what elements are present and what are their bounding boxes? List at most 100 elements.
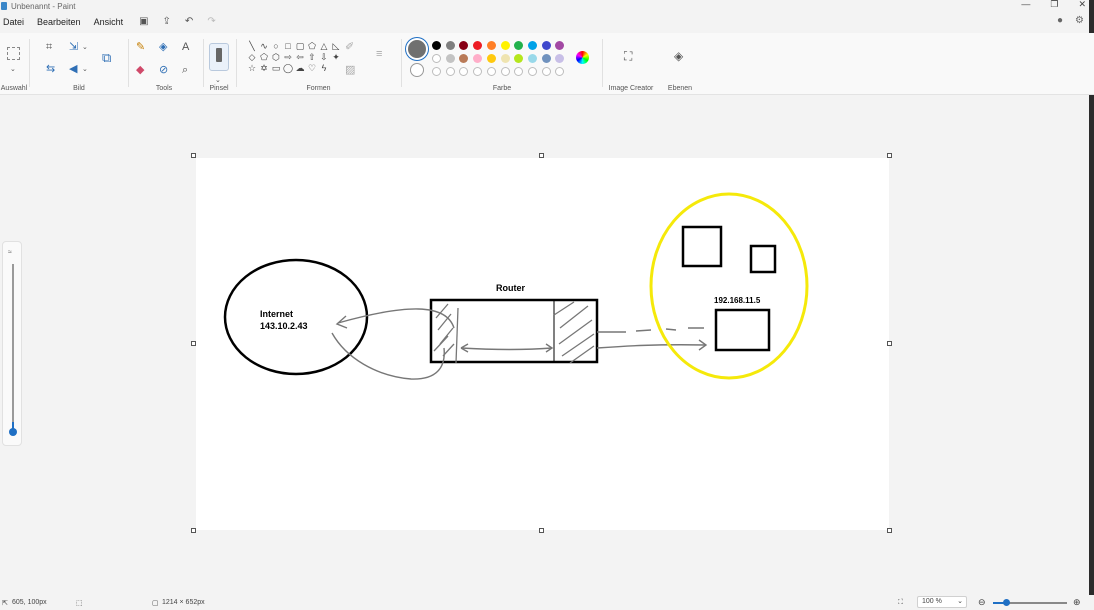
arrow-left-shape-icon[interactable]: ⇦ [294, 52, 306, 63]
pencil-icon[interactable]: ✎ [136, 42, 145, 53]
custom-color-slot[interactable] [445, 67, 455, 76]
oval-shape-icon[interactable]: ○ [270, 41, 282, 52]
rectangle-shape-icon[interactable]: □ [282, 41, 294, 52]
background-remove-icon[interactable]: ⧉ [102, 51, 111, 64]
image-creator-icon[interactable]: ⛶ [624, 50, 632, 62]
curve-shape-icon[interactable]: ∿ [258, 41, 270, 52]
custom-color-slot[interactable] [432, 67, 441, 76]
shapes-gallery: ╲ ∿ ○ □ ▢ ⬠ △ ◺ ◇ ⬠ ⬡ ⇨ ⇦ ⇧ ⇩ ✦ ☆ ✡ ▭ ◯ … [246, 41, 342, 74]
drawing-canvas[interactable]: Internet 143.10.2.43 Router 192.168.11.5 [196, 158, 889, 530]
rotate-icon[interactable]: ◀ [69, 64, 77, 75]
resize-handle-top-left[interactable] [191, 153, 196, 158]
magnifier-icon[interactable]: ⌕ [182, 65, 188, 76]
chevron-down-icon: ⌄ [957, 598, 963, 605]
slider-thumb[interactable] [9, 428, 17, 436]
diamond-shape-icon[interactable]: ◇ [246, 52, 258, 63]
menu-edit[interactable]: Bearbeiten [37, 17, 81, 27]
undo-icon[interactable]: ↶ [185, 16, 193, 27]
cursor-icon: ⇱ [2, 600, 8, 607]
color-swatch[interactable] [445, 41, 455, 50]
selection-rect-icon[interactable] [7, 47, 20, 60]
arrow-down-shape-icon[interactable]: ⇩ [318, 52, 330, 63]
redo-icon[interactable]: ↷ [207, 16, 215, 27]
resize-handle-left[interactable] [191, 341, 196, 346]
color-swatch[interactable] [527, 54, 537, 63]
color-swatch[interactable] [432, 41, 441, 50]
crop-icon[interactable]: ⌗ [46, 42, 52, 53]
restore-icon[interactable]: ❐ [1050, 0, 1058, 9]
router-hatching-left [433, 301, 595, 364]
zoom-dropdown[interactable]: 100 % ⌄ [917, 596, 967, 608]
vertical-zoom-slider[interactable]: ≈ [2, 241, 22, 446]
callout-oval-shape-icon[interactable]: ◯ [282, 63, 294, 74]
chevron-down-icon[interactable]: ⌄ [82, 42, 88, 53]
resize-handle-right[interactable] [887, 341, 892, 346]
arrow-right-shape-icon[interactable]: ⇨ [282, 52, 294, 63]
custom-color-slot[interactable] [541, 67, 551, 76]
chevron-down-icon[interactable]: ⌄ [82, 64, 88, 75]
resize-handle-top[interactable] [539, 153, 544, 158]
edit-colors-icon[interactable] [576, 51, 589, 64]
pentagon-shape-icon[interactable]: ⬠ [258, 52, 270, 63]
chevron-down-icon[interactable]: ⌄ [10, 64, 16, 75]
color-picker-icon[interactable]: ⊘ [159, 65, 168, 76]
color-swatch[interactable] [486, 54, 496, 63]
star5-shape-icon[interactable]: ☆ [246, 63, 258, 74]
color-swatch[interactable] [500, 54, 510, 63]
primary-color-swatch[interactable] [408, 40, 426, 58]
shape-fill-icon[interactable]: ▨ [345, 65, 355, 76]
color-swatch[interactable] [527, 41, 537, 50]
image-flip-icon[interactable]: ⇆ [46, 64, 55, 75]
callout-cloud-shape-icon[interactable]: ☁ [294, 63, 306, 74]
minimize-icon[interactable]: — [1021, 0, 1030, 9]
color-swatch[interactable] [541, 41, 551, 50]
resize-handle-bottom-left[interactable] [191, 528, 196, 533]
rounded-rectangle-shape-icon[interactable]: ▢ [294, 41, 306, 52]
zoom-slider[interactable] [993, 599, 1067, 606]
star6-shape-icon[interactable]: ✡ [258, 63, 270, 74]
menu-view[interactable]: Ansicht [94, 17, 124, 27]
text-icon[interactable]: A [182, 42, 189, 53]
outline-icon[interactable]: ✐ [345, 42, 354, 53]
right-triangle-shape-icon[interactable]: ◺ [330, 41, 342, 52]
arrow-up-shape-icon[interactable]: ⇧ [306, 52, 318, 63]
share-icon[interactable]: ⇪ [163, 16, 171, 27]
star4-shape-icon[interactable]: ✦ [330, 52, 342, 63]
brush-button[interactable] [209, 43, 229, 71]
color-swatch[interactable] [541, 54, 551, 63]
zoom-slider-thumb[interactable] [1003, 599, 1010, 606]
custom-color-slot[interactable] [500, 67, 510, 76]
heart-shape-icon[interactable]: ♡ [306, 63, 318, 74]
custom-color-slot[interactable] [486, 67, 496, 76]
zoom-in-icon[interactable]: ⊕ [1073, 597, 1081, 608]
secondary-color-swatch[interactable] [410, 63, 424, 77]
zoom-out-icon[interactable]: ⊖ [978, 597, 986, 608]
polygon-shape-icon[interactable]: ⬠ [306, 41, 318, 52]
layers-icon[interactable]: ◈ [674, 50, 683, 62]
line-shape-icon[interactable]: ╲ [246, 41, 258, 52]
size-icon[interactable]: ≡ [376, 49, 382, 60]
triangle-shape-icon[interactable]: △ [318, 41, 330, 52]
resize-handle-bottom[interactable] [539, 528, 544, 533]
lightning-shape-icon[interactable]: ϟ [318, 63, 330, 74]
settings-icon[interactable]: ⚙ [1075, 15, 1084, 26]
save-icon[interactable]: ▣ [139, 16, 148, 27]
close-icon[interactable]: ✕ [1078, 0, 1086, 9]
eraser-icon[interactable]: ◆ [136, 65, 144, 76]
color-swatch[interactable] [432, 54, 441, 63]
fill-icon[interactable]: ◈ [159, 42, 167, 53]
callout-rect-shape-icon[interactable]: ▭ [270, 63, 282, 74]
hexagon-shape-icon[interactable]: ⬡ [270, 52, 282, 63]
fit-to-window-icon[interactable]: ⛶ [898, 599, 903, 607]
resize-icon[interactable]: ⇲ [69, 42, 78, 53]
color-swatch[interactable] [445, 54, 455, 63]
color-swatch[interactable] [486, 41, 496, 50]
account-icon[interactable]: ● [1057, 15, 1063, 26]
custom-color-slot[interactable] [527, 67, 537, 76]
resize-handle-bottom-right[interactable] [887, 528, 892, 533]
window-controls: — ❐ ✕ [1021, 0, 1086, 9]
menu-file[interactable]: Datei [3, 17, 24, 27]
resize-handle-top-right[interactable] [887, 153, 892, 158]
color-swatch[interactable] [500, 41, 510, 50]
group-brushes: ⌄ Pinsel [204, 33, 234, 95]
